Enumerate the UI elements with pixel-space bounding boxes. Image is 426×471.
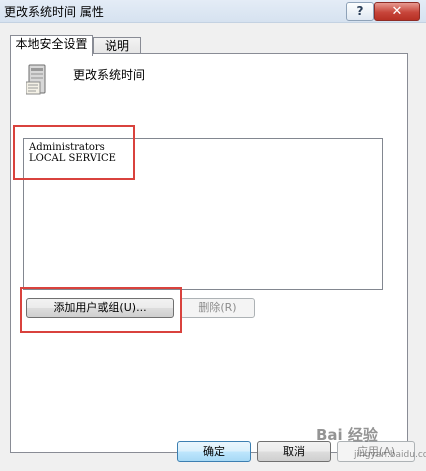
server-icon xyxy=(26,64,46,95)
window-title: 更改系统时间 属性 xyxy=(4,5,104,19)
watermark-url: jingyan.baidu.com xyxy=(354,450,426,460)
watermark: Bai 经验 jingyan.baidu.com xyxy=(316,420,426,466)
watermark-logo: Bai 经验 xyxy=(316,426,378,444)
ok-button[interactable]: 确定 xyxy=(177,441,251,462)
highlight-add-button xyxy=(20,287,182,333)
help-button[interactable]: ? xyxy=(346,2,374,21)
highlight-accounts xyxy=(13,125,135,180)
close-button[interactable]: ✕ xyxy=(374,2,420,21)
properties-dialog: 更改系统时间 属性 ? ✕ 本地安全设置 说明 更改系统时间 Administr… xyxy=(0,0,426,471)
remove-button[interactable]: 删除(R) xyxy=(180,298,255,318)
policy-name: 更改系统时间 xyxy=(73,68,146,82)
tab-local-security-setting[interactable]: 本地安全设置 xyxy=(10,35,93,56)
title-bar[interactable]: 更改系统时间 属性 ? ✕ xyxy=(0,0,426,23)
